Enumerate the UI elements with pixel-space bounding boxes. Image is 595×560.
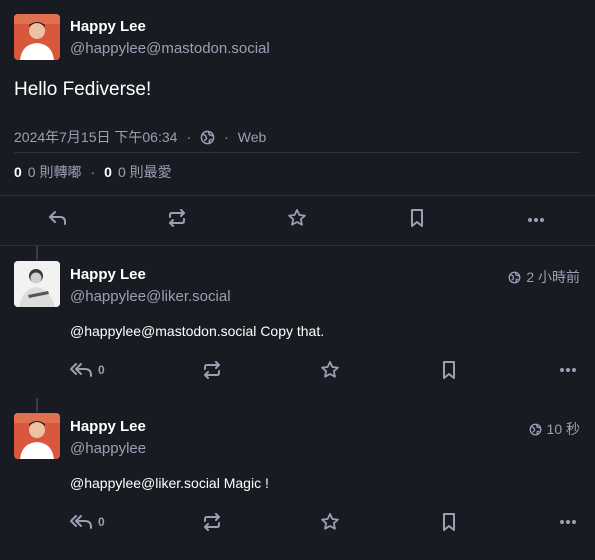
globe-icon bbox=[529, 423, 542, 436]
favourite-icon bbox=[320, 512, 340, 532]
reply-all-icon bbox=[70, 361, 94, 379]
bookmark-icon bbox=[409, 208, 425, 228]
bookmark-button[interactable] bbox=[437, 512, 461, 532]
avatar[interactable] bbox=[14, 413, 60, 459]
post-content: @happylee@mastodon.social Copy that. bbox=[70, 323, 324, 339]
bookmark-icon bbox=[441, 360, 457, 380]
more-icon bbox=[559, 519, 577, 525]
account-handle[interactable]: @happylee@liker.social bbox=[70, 288, 231, 305]
boost-icon bbox=[167, 209, 187, 227]
meta-separator: · bbox=[186, 129, 192, 145]
post-timestamp[interactable]: 2024年7月15日 下午06:34 bbox=[14, 127, 177, 147]
boosts-label[interactable]: 0 則轉嘟 bbox=[28, 162, 82, 182]
post-text: Copy that. bbox=[260, 323, 325, 339]
boost-button[interactable] bbox=[200, 512, 224, 532]
mention-link[interactable]: @happylee@mastodon.social bbox=[70, 323, 256, 339]
post-time[interactable]: 10 秒 bbox=[529, 419, 580, 439]
reply-icon bbox=[48, 209, 68, 227]
boost-icon bbox=[202, 361, 222, 379]
thread-line bbox=[36, 398, 38, 412]
display-name[interactable]: Happy Lee bbox=[70, 18, 146, 35]
post-content: @happylee@liker.social Magic ! bbox=[70, 475, 269, 491]
favourite-button[interactable] bbox=[318, 512, 342, 532]
meta-separator: · bbox=[224, 129, 229, 145]
reply-button[interactable] bbox=[46, 206, 70, 230]
reply-button[interactable]: 0 bbox=[70, 360, 105, 380]
relative-time: 10 秒 bbox=[546, 421, 580, 437]
mention-link[interactable]: @happylee@liker.social bbox=[70, 475, 220, 491]
post-stats: 0 0 則轉嘟 · 0 0 則最愛 bbox=[14, 162, 172, 182]
thread-divider bbox=[0, 245, 595, 246]
favourite-icon bbox=[287, 208, 307, 228]
reply-button[interactable]: 0 bbox=[70, 512, 105, 532]
action-bar-top-divider bbox=[0, 195, 595, 196]
relative-time: 2 小時前 bbox=[526, 269, 580, 285]
more-button[interactable] bbox=[556, 512, 580, 532]
display-name[interactable]: Happy Lee bbox=[70, 266, 146, 283]
more-button[interactable] bbox=[524, 208, 548, 232]
bookmark-button[interactable] bbox=[437, 360, 461, 380]
more-icon bbox=[559, 367, 577, 373]
bookmark-button[interactable] bbox=[405, 206, 429, 230]
favourite-icon bbox=[320, 360, 340, 380]
more-icon bbox=[527, 217, 545, 223]
stats-divider bbox=[14, 152, 580, 153]
post-content: Hello Fediverse! bbox=[14, 79, 152, 100]
reply-all-icon bbox=[70, 513, 94, 531]
boost-icon bbox=[202, 513, 222, 531]
boosts-count: 0 bbox=[14, 164, 22, 180]
display-name[interactable]: Happy Lee bbox=[70, 418, 146, 435]
post-time[interactable]: 2 小時前 bbox=[508, 267, 580, 287]
favourites-label[interactable]: 0 則最愛 bbox=[118, 162, 172, 182]
bookmark-icon bbox=[441, 512, 457, 532]
reply-count: 0 bbox=[98, 363, 105, 377]
meta-separator: · bbox=[90, 164, 96, 180]
globe-icon bbox=[508, 271, 521, 284]
more-button[interactable] bbox=[556, 360, 580, 380]
reply-count: 0 bbox=[98, 515, 105, 529]
favourites-count: 0 bbox=[104, 164, 112, 180]
post-app: Web bbox=[237, 129, 267, 145]
boost-button[interactable] bbox=[165, 206, 189, 230]
favourite-button[interactable] bbox=[285, 206, 309, 230]
avatar[interactable] bbox=[14, 14, 60, 60]
thread-line bbox=[36, 246, 38, 260]
account-handle[interactable]: @happylee@mastodon.social bbox=[70, 40, 270, 57]
avatar[interactable] bbox=[14, 261, 60, 307]
favourite-button[interactable] bbox=[318, 360, 342, 380]
account-handle[interactable]: @happylee bbox=[70, 440, 146, 457]
globe-icon bbox=[200, 130, 215, 145]
post-text: Magic ! bbox=[223, 475, 269, 491]
post-meta: 2024年7月15日 下午06:34 · · Web bbox=[14, 127, 266, 147]
boost-button[interactable] bbox=[200, 360, 224, 380]
